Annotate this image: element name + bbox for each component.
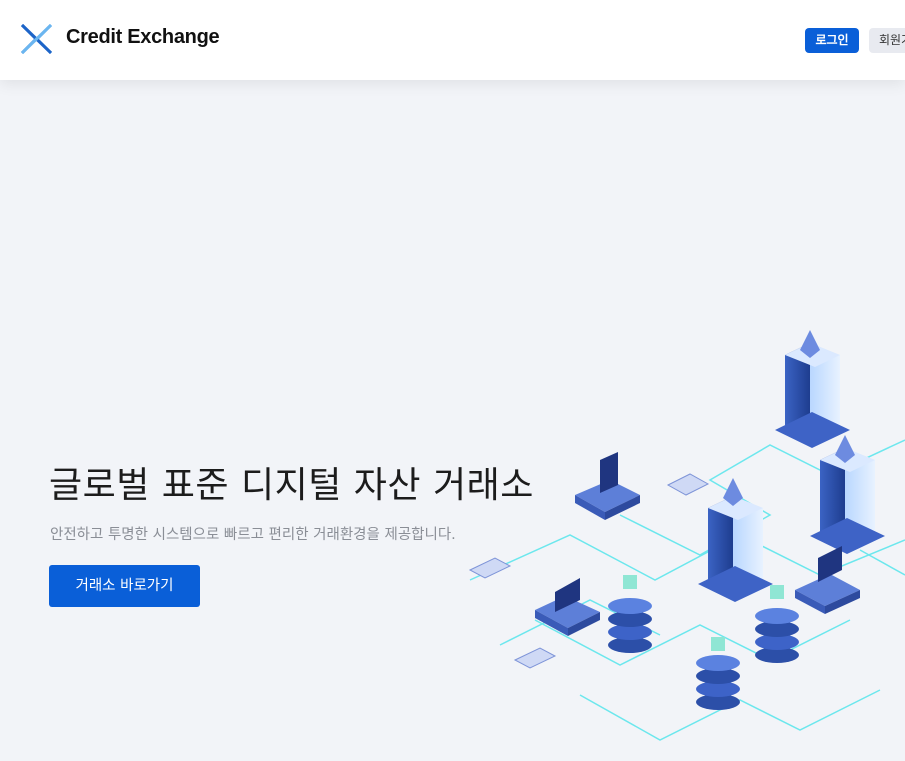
go-to-exchange-button[interactable]: 거래소 바로가기	[49, 565, 200, 607]
x-logo-icon[interactable]	[20, 24, 53, 54]
server-tower-3	[698, 478, 773, 602]
signup-button[interactable]: 회원가	[869, 28, 905, 53]
hero-subtitle: 안전하고 투명한 시스템으로 빠르고 편리한 거래환경을 제공합니다.	[50, 527, 456, 543]
server-tower-2	[810, 435, 885, 554]
brand-name[interactable]: Credit Exchange	[66, 26, 220, 49]
blockchain-network-illustration	[468, 330, 905, 741]
database-stack-3	[696, 637, 740, 710]
server-tower-1	[775, 330, 850, 448]
database-stack-2	[755, 585, 799, 663]
database-stack-1	[608, 575, 652, 653]
laptop-1	[555, 452, 618, 612]
top-header: Credit Exchange 로그인 회원가	[0, 0, 905, 80]
login-button[interactable]: 로그인	[805, 28, 859, 53]
